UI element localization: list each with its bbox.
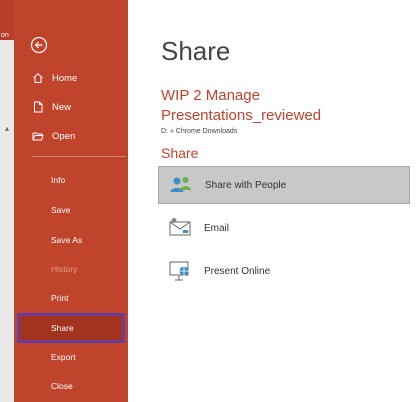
nav-save-as-label: Save As <box>51 235 83 245</box>
page-title: Share <box>161 36 231 66</box>
document-path[interactable]: D: » Chrome Downloads <box>161 128 237 135</box>
nav-home-label: Home <box>52 72 78 84</box>
nav-share[interactable]: Share <box>17 313 125 343</box>
new-document-icon <box>34 101 43 113</box>
share-with-people-label: Share with People <box>205 179 287 191</box>
back-arrow-icon <box>30 36 48 54</box>
nav-new-label: New <box>52 101 72 113</box>
nav-history-label: History <box>51 264 78 274</box>
nav-save-label: Save <box>51 205 71 215</box>
share-with-people-button[interactable]: Share with People <box>158 166 410 204</box>
home-icon <box>33 73 43 83</box>
nav-info[interactable]: Info <box>17 166 125 194</box>
nav-share-label: Share <box>51 323 74 333</box>
back-button[interactable] <box>30 36 48 54</box>
nav-close-label: Close <box>51 381 73 391</box>
present-online-icon <box>169 261 189 281</box>
share-panel: Share WIP 2 Manage Presentations_reviewe… <box>128 0 417 402</box>
nav-save-as[interactable]: Save As <box>17 226 125 254</box>
nav-home[interactable]: Home <box>32 72 77 84</box>
nav-save[interactable]: Save <box>17 196 125 224</box>
section-heading: Share <box>161 145 199 161</box>
background-ribbon-label: on <box>1 32 9 39</box>
nav-open[interactable]: Open <box>32 130 75 142</box>
email-icon <box>169 218 191 236</box>
nav-divider <box>32 156 126 157</box>
nav-close[interactable]: Close <box>17 372 125 400</box>
nav-info-label: Info <box>51 175 66 185</box>
nav-export[interactable]: Export <box>17 343 125 371</box>
background-window-edge: on ▴ <box>0 0 15 402</box>
people-icon <box>170 177 191 192</box>
email-label: Email <box>204 222 230 234</box>
document-name: WIP 2 Manage Presentations_reviewed <box>161 87 322 124</box>
nav-export-label: Export <box>51 352 76 362</box>
nav-print-label: Print <box>51 293 69 303</box>
caret-icon: ▴ <box>5 124 10 133</box>
present-online-label: Present Online <box>204 265 271 277</box>
nav-history: History <box>17 255 125 283</box>
backstage-nav: Home New Open Info Save Save As History … <box>14 0 128 402</box>
nav-new[interactable]: New <box>32 101 71 113</box>
folder-open-icon <box>32 132 44 141</box>
nav-print[interactable]: Print <box>17 284 125 312</box>
email-button[interactable]: Email <box>158 209 410 247</box>
nav-open-label: Open <box>52 130 76 142</box>
present-online-button[interactable]: Present Online <box>158 252 410 290</box>
